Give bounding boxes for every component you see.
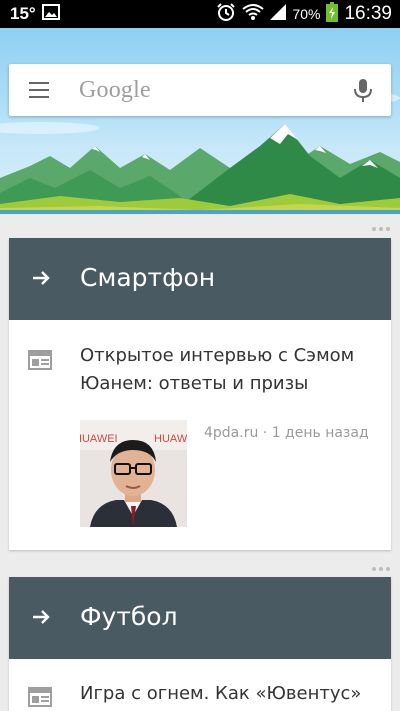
card-header[interactable]: Футбол: [9, 577, 391, 659]
mic-icon[interactable]: [353, 78, 373, 104]
more-icon[interactable]: [372, 227, 390, 231]
news-icon: [28, 350, 52, 370]
card-title: Смартфон: [80, 263, 216, 292]
battery-percent: 70%: [292, 6, 321, 22]
mountain-illustration: [0, 90, 400, 214]
thumb-logo-text-2: HUAWEI: [154, 433, 187, 445]
thumb-logo-text: HUAWEI: [80, 433, 118, 445]
article-thumbnail[interactable]: HUAWEI HUAWEI: [80, 420, 187, 527]
card-football[interactable]: Футбол Игра с огнем. Как «Ювентус»: [9, 577, 391, 711]
article-title[interactable]: Открытое интервью с Сэмом Юанем: ответы …: [80, 342, 370, 398]
card-header[interactable]: Смартфон: [9, 238, 391, 320]
menu-icon[interactable]: [29, 82, 49, 98]
image-icon: [41, 3, 60, 25]
article-meta: 4pda.ru · 1 день назад: [204, 425, 369, 441]
news-icon: [28, 687, 52, 707]
header-landscape: [0, 28, 400, 214]
alarm-icon: [216, 2, 236, 27]
arrow-right-icon: [33, 610, 50, 624]
wifi-icon: [242, 3, 265, 26]
signal-icon: [270, 3, 287, 25]
status-bar: 15° 70% 16:39: [0, 0, 400, 28]
article-title[interactable]: Игра с огнем. Как «Ювентус»: [80, 680, 370, 708]
card-smartphone[interactable]: Смартфон Открытое интервью с Сэмом Юанем…: [9, 238, 391, 550]
card-title: Футбол: [80, 602, 178, 631]
arrow-right-icon: [33, 271, 50, 285]
search-bar[interactable]: Google: [9, 64, 391, 116]
battery-icon: [326, 1, 339, 27]
weather-temperature: 15°: [10, 4, 36, 23]
search-input[interactable]: Google: [79, 77, 151, 104]
more-icon[interactable]: [372, 567, 390, 571]
clock: 16:39: [344, 3, 392, 24]
